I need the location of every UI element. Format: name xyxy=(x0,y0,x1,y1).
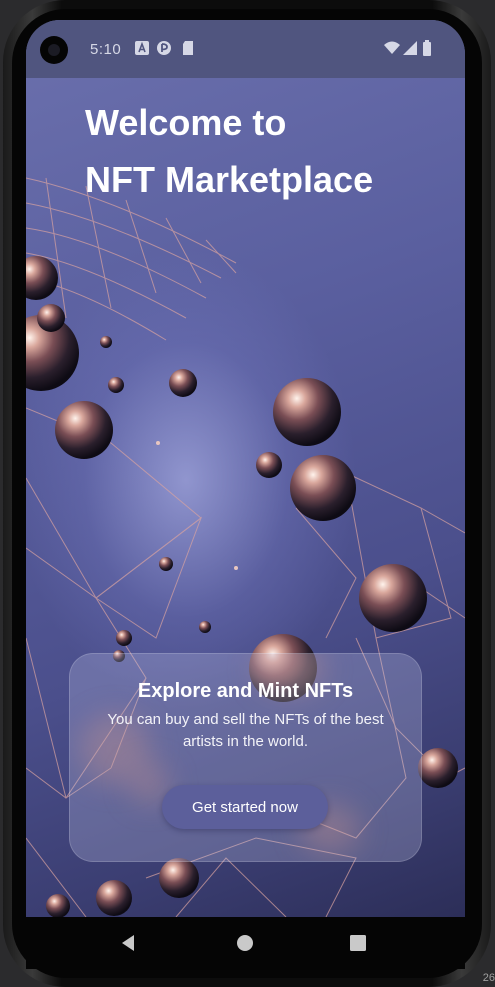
status-time: 5:10 xyxy=(90,41,122,58)
welcome-title-line2: NFT Marketplace xyxy=(85,159,374,200)
system-nav-bar xyxy=(26,917,465,969)
front-camera xyxy=(40,36,68,64)
text-a-notification-icon xyxy=(135,41,149,55)
card-description: You can buy and sell the NFTs of the bes… xyxy=(107,711,384,750)
welcome-title-line1: Welcome to xyxy=(85,102,287,143)
play-protect-icon xyxy=(157,41,171,55)
get-started-button[interactable]: Get started now xyxy=(162,785,328,829)
battery-icon xyxy=(423,40,431,56)
edge-text: 26 xyxy=(482,972,495,984)
recents-icon[interactable] xyxy=(346,931,370,955)
back-icon[interactable] xyxy=(116,931,140,955)
wifi-icon xyxy=(384,41,400,54)
status-bar: 5:10 xyxy=(26,20,465,78)
signal-icon xyxy=(403,41,417,55)
welcome-title: Welcome to NFT Marketplace xyxy=(85,94,373,208)
card-title: Explore and Mint NFTs xyxy=(137,680,354,702)
intro-card: Explore and Mint NFTs You can buy and se… xyxy=(69,653,422,862)
app-screen: 5:10 Welcome to NFT Marketplace Explore … xyxy=(26,20,465,917)
sd-card-icon xyxy=(183,41,193,55)
home-icon[interactable] xyxy=(233,931,257,955)
